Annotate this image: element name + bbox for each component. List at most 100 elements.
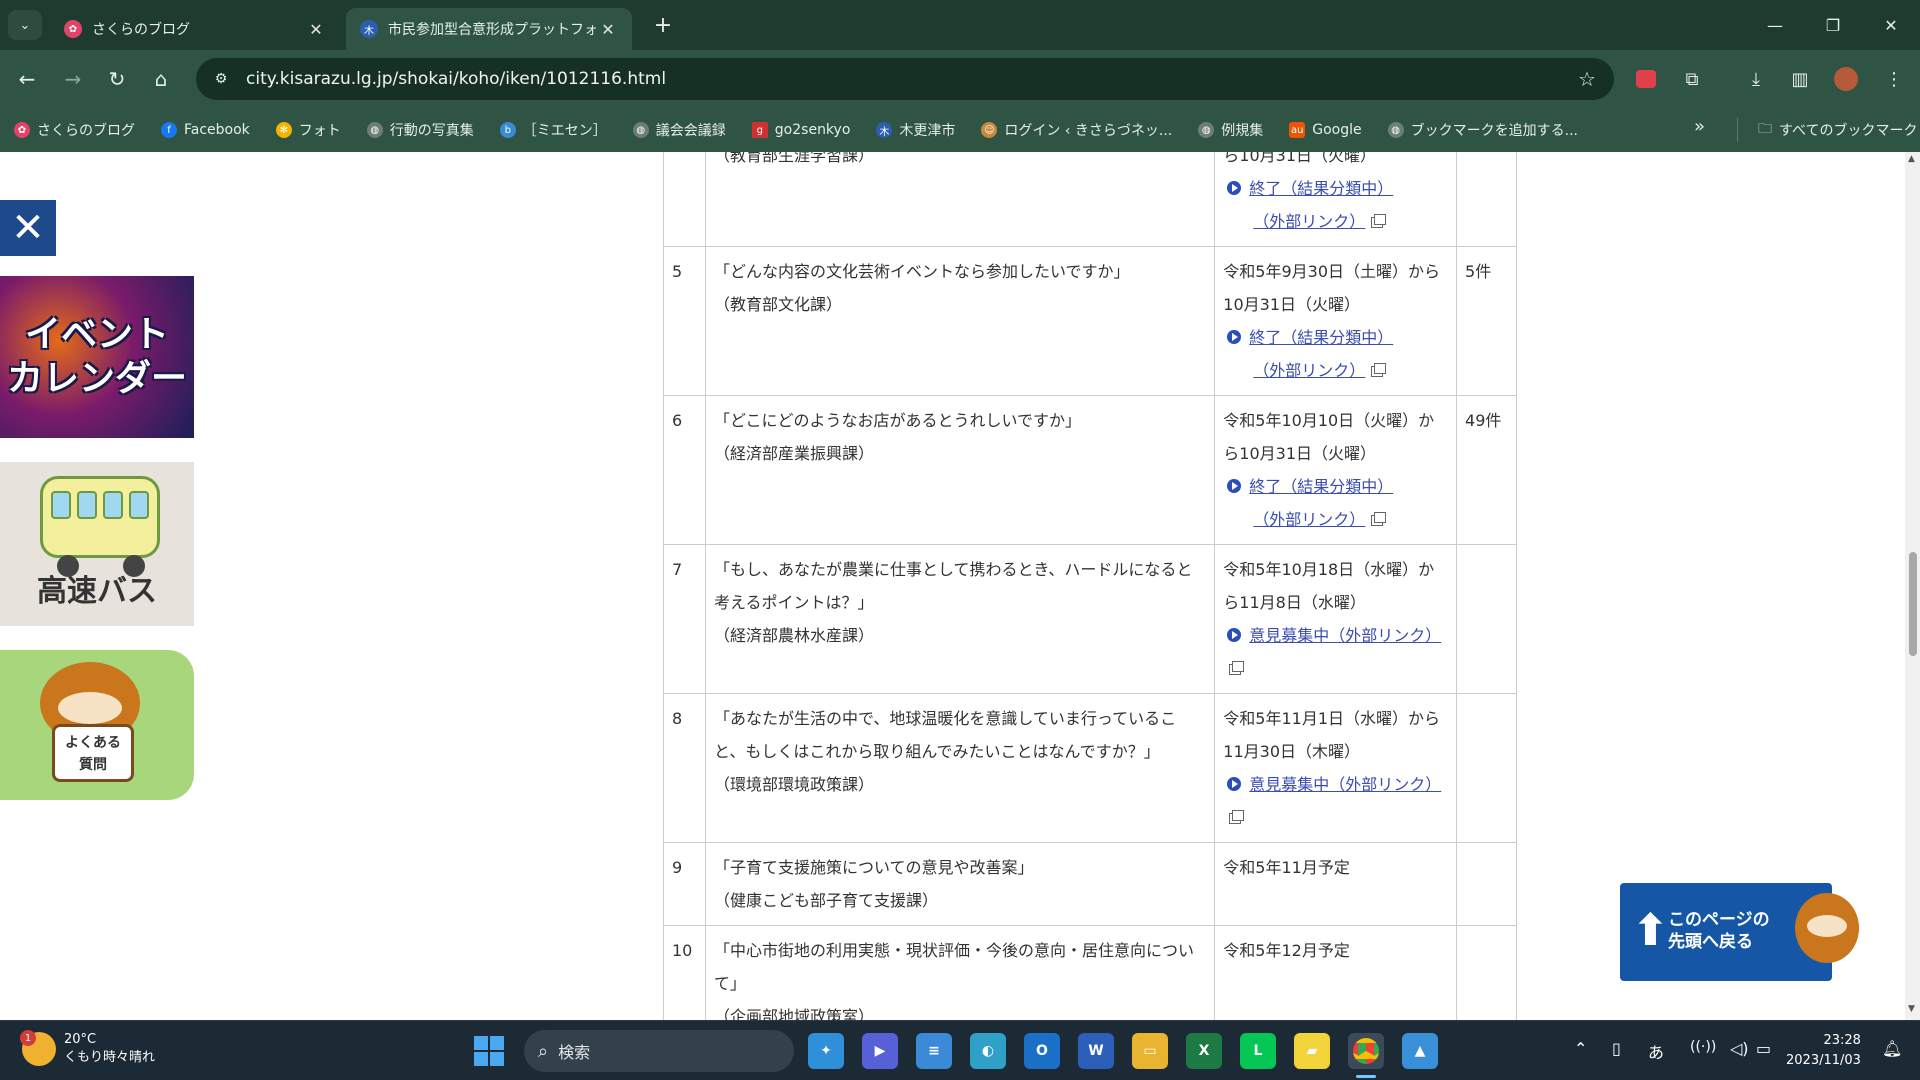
avatar-icon: ☺ <box>981 122 998 138</box>
bookmark-item[interactable]: ✻ フォト <box>275 120 341 140</box>
bookmark-item[interactable]: ☺ ログイン ‹ きさらづネッ... <box>981 120 1172 140</box>
bookmark-star-icon[interactable]: ☆ <box>1572 67 1602 91</box>
bookmark-item[interactable]: au Google <box>1289 122 1362 138</box>
bookmark-item[interactable]: f Facebook <box>161 122 250 138</box>
period-cell: 令和5年11月1日（水曜）から11月30日（木曜） 意見募集中（外部リンク） <box>1214 693 1458 843</box>
outlook-icon[interactable]: O <box>1024 1033 1060 1069</box>
close-tab-icon[interactable]: ✕ <box>598 20 618 39</box>
table-row: 10 「中心市街地の利用実態・現状評価・今後の意向・居住意向について」 （企画部地域… <box>663 925 1517 1020</box>
close-window-button[interactable]: ✕ <box>1862 0 1920 50</box>
ime-mode-indicator[interactable]: あ <box>1648 1039 1664 1063</box>
scroll-down-arrow-icon[interactable]: ▼ <box>1908 1004 1915 1014</box>
scroll-up-arrow-icon[interactable]: ▲ <box>1908 154 1915 164</box>
word-icon[interactable]: W <box>1078 1033 1114 1069</box>
theme-cell: 「あなたが生活の中で、地球温暖化を意識していま行っていること、もしくはこれから取… <box>704 693 1216 843</box>
photos-icon[interactable]: ▲ <box>1402 1033 1438 1069</box>
site-info-icon[interactable]: ⚙ <box>208 66 234 92</box>
faq-banner[interactable]: よくある 質問 <box>0 650 194 800</box>
period-text: 令和5年9月30日（土曜）から10月31日（火曜） <box>1223 262 1441 314</box>
wifi-icon[interactable]: ((·)) <box>1690 1039 1716 1055</box>
external-link-text[interactable]: （外部リンク） <box>1223 205 1365 238</box>
opinion-count <box>1456 842 1517 926</box>
theme-cell: 「子育て支援施策についての意見や改善案」 （健康こども部子育て支援課） <box>704 842 1216 926</box>
side-panel-icon[interactable]: ▥ <box>1786 65 1814 93</box>
status-link[interactable]: 終了（結果分類中） <box>1249 328 1393 347</box>
chrome-icon[interactable] <box>1348 1033 1384 1069</box>
back-button[interactable]: ← <box>12 64 42 94</box>
close-sidebar-button[interactable]: ✕ <box>0 200 56 256</box>
status-link[interactable]: 終了（結果分類中） <box>1249 179 1393 198</box>
forward-button[interactable]: → <box>58 64 88 94</box>
external-link-text[interactable]: （外部リンク） <box>1223 503 1365 536</box>
tray-overflow-chevron-icon[interactable]: ⌃ <box>1574 1039 1587 1058</box>
weather-widget[interactable]: 1 20°C くもり時々晴れ <box>20 1030 155 1067</box>
bookmark-item[interactable]: ◍ ブックマークを追加する... <box>1387 120 1578 140</box>
go2senkyo-icon: g <box>751 122 768 138</box>
usb-device-icon[interactable]: ▯ <box>1612 1039 1621 1058</box>
browser-toolbar: ← → ↻ ⌂ ⚙ city.kisarazu.lg.jp/shokai/koh… <box>0 50 1920 108</box>
external-link-icon <box>1371 214 1387 228</box>
line-icon[interactable]: L <box>1240 1033 1276 1069</box>
close-tab-icon[interactable]: ✕ <box>306 20 326 39</box>
volume-icon[interactable]: ◁) <box>1730 1039 1749 1058</box>
row-number: 8 <box>663 693 706 843</box>
file-explorer-icon[interactable]: ▭ <box>1132 1033 1168 1069</box>
scrollbar-thumb[interactable] <box>1909 552 1917 656</box>
bookmark-item[interactable]: ◍ 例規集 <box>1198 120 1263 140</box>
excel-icon[interactable]: X <box>1186 1033 1222 1069</box>
status-line: 終了（結果分類中） <box>1223 321 1448 354</box>
page-scrollbar[interactable]: ▲ ▼ <box>1905 152 1920 1020</box>
battery-icon[interactable]: ▭ <box>1756 1039 1771 1058</box>
profile-avatar[interactable] <box>1832 65 1860 93</box>
pocket-extension-icon[interactable] <box>1632 65 1660 93</box>
bookmark-item[interactable]: 木木更津市 <box>876 120 955 140</box>
kisarazu-city-icon: 木 <box>360 20 378 38</box>
bookmark-item[interactable]: ◍ 行動の写真集 <box>366 120 474 140</box>
theme-text: 「中心市街地の利用実態・現状評価・今後の意向・居住意向について」 <box>713 941 1194 993</box>
reload-button[interactable]: ↻ <box>102 64 132 94</box>
paint-icon[interactable]: ◐ <box>970 1033 1006 1069</box>
arrow-left-icon: ← <box>18 67 36 91</box>
minimize-button[interactable]: — <box>1746 0 1804 50</box>
bookmark-item[interactable]: ✿ さくらのブログ <box>14 120 135 140</box>
highway-bus-banner[interactable]: 高速バス <box>0 462 194 626</box>
status-link[interactable]: 意見募集中（外部リンク） <box>1249 775 1441 794</box>
table-row: 7 「もし、あなたが農業に仕事として携わるとき、ハードルになると考えるポイントは？… <box>663 544 1517 694</box>
download-icon[interactable]: ⤓ <box>1742 65 1770 93</box>
url-text[interactable]: city.kisarazu.lg.jp/shokai/koho/iken/101… <box>246 69 1572 89</box>
tab-kisarazu-platform[interactable]: 木 市民参加型合意形成プラットフォー ✕ <box>346 8 632 50</box>
new-tab-button[interactable]: + <box>648 10 678 40</box>
more-bookmarks-chevron-icon[interactable]: » <box>1694 116 1705 137</box>
notification-bell-icon[interactable]: 🔔︎ <box>1882 1039 1902 1058</box>
status-link[interactable]: 終了（結果分類中） <box>1249 477 1393 496</box>
extensions-icon[interactable]: ⧉ <box>1678 65 1706 93</box>
sticky-notes-icon[interactable]: ▰ <box>1294 1033 1330 1069</box>
external-link-text[interactable]: （外部リンク） <box>1223 354 1365 387</box>
copilot-icon[interactable]: ✦ <box>808 1033 844 1069</box>
system-clock[interactable]: 23:28 2023/11/03 <box>1786 1031 1861 1071</box>
bookmark-item[interactable]: ◍ 議会会議録 <box>632 120 726 140</box>
teams-meet-icon[interactable]: ▶ <box>862 1033 898 1069</box>
windows-taskbar: 1 20°C くもり時々晴れ ⌕ 検索 ✦ ▶ ≡ ◐ O W ▭ X L ▰ ▲… <box>0 1020 1920 1080</box>
tab-search-button[interactable]: ⌄ <box>8 10 42 40</box>
menu-icon[interactable]: ⋮ <box>1880 65 1908 93</box>
home-button[interactable]: ⌂ <box>146 64 176 94</box>
period-text: 令和5年10月18日（水曜）から11月8日（水曜） <box>1223 560 1435 612</box>
tab-sakura-blog[interactable]: ✿ さくらのブログ ✕ <box>50 8 340 50</box>
opinion-count <box>1456 544 1517 694</box>
start-button[interactable] <box>474 1036 504 1066</box>
event-calendar-banner[interactable]: イベント カレンダー <box>0 276 194 438</box>
folder-icon: 🗀 <box>1758 121 1772 137</box>
address-bar[interactable]: ⚙ city.kisarazu.lg.jp/shokai/koho/iken/1… <box>196 58 1614 100</box>
external-link-icon <box>1371 363 1387 377</box>
bookmark-item[interactable]: b ［ミエセン］ <box>499 120 607 140</box>
all-bookmarks-button[interactable]: 🗀 すべてのブックマーク <box>1758 118 1917 142</box>
notepad-icon[interactable]: ≡ <box>916 1033 952 1069</box>
taskbar-search[interactable]: ⌕ 検索 <box>524 1030 794 1072</box>
status-link[interactable]: 意見募集中（外部リンク） <box>1249 626 1441 645</box>
period-cell: 令和5年10月10日（火曜）から10月31日（火曜） 終了（結果分類中） （外部リン… <box>1214 395 1458 545</box>
back-to-top-button[interactable]: ⬆ このページの 先頭へ戻る <box>1620 883 1859 981</box>
restore-button[interactable]: ❐ <box>1804 0 1862 50</box>
external-link-icon <box>1229 661 1245 675</box>
bookmark-item[interactable]: g go2senkyo <box>751 122 850 138</box>
